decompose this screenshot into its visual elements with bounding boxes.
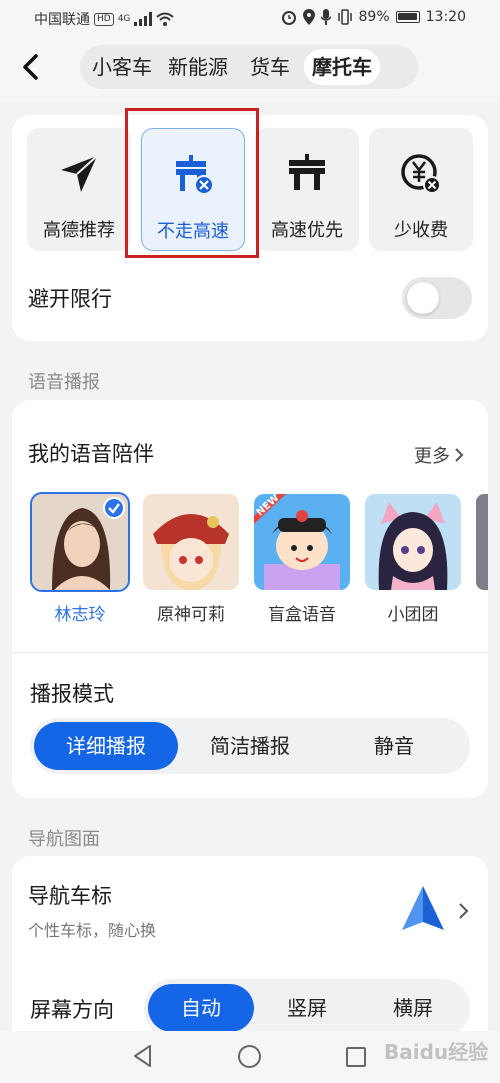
battery-percent: 89%: [358, 9, 390, 25]
car-icon-subtitle: 个性车标，随心换: [28, 921, 157, 940]
signal-icon: [134, 12, 153, 26]
route-option-label: 高速优先: [271, 220, 343, 241]
status-left: 中国联通 HD 4G: [34, 9, 175, 29]
voice-item-xiaotuantuan[interactable]: 小团团: [365, 494, 461, 625]
divider: [12, 652, 488, 653]
mic-icon: [320, 9, 331, 25]
network-type: 4G: [117, 14, 131, 24]
less-toll-icon: [401, 154, 441, 194]
vehicle-tab-group: 小客车 新能源 货车 摩托车: [80, 45, 418, 89]
avoid-restriction-label: 避开限行: [28, 287, 112, 311]
back-button[interactable]: [16, 52, 46, 82]
location-icon: [302, 9, 315, 25]
orientation-landscape[interactable]: 横屏: [360, 984, 466, 1032]
hd-badge: HD: [94, 12, 114, 26]
status-right: 89% 13:20: [281, 9, 466, 25]
battery-icon: [395, 11, 420, 23]
broadcast-mode-mute[interactable]: 静音: [322, 722, 466, 770]
voice-companion-title: 我的语音陪伴: [28, 442, 154, 466]
car-icon-row[interactable]: 导航车标 个性车标，随心换: [12, 870, 488, 954]
chevron-right-icon: [455, 448, 464, 462]
tab-truck[interactable]: 货车: [242, 49, 298, 85]
voice-name: 林志玲: [54, 605, 106, 625]
voice-name: 盲盒语音: [268, 605, 336, 625]
more-label: 更多: [414, 446, 450, 467]
route-option-label: 高德推荐: [43, 220, 115, 241]
voice-section-title: 语音播报: [28, 372, 100, 393]
avatar: [30, 492, 130, 592]
avatar: [143, 494, 239, 590]
voice-item-linzhiling[interactable]: 林志玲: [30, 492, 130, 625]
broadcast-mode-concise[interactable]: 简洁播报: [178, 722, 322, 770]
broadcast-mode-detailed[interactable]: 详细播报: [34, 722, 178, 770]
anime-girl-image: [143, 494, 239, 590]
highway-icon: [289, 154, 325, 190]
wifi-icon: [156, 12, 175, 26]
broadcast-mode-selector: 详细播报 简洁播报 静音: [30, 718, 470, 774]
voice-name: 原神可莉: [157, 605, 225, 625]
top-nav: 小客车 新能源 货车 摩托车: [0, 36, 500, 102]
nav-back-icon[interactable]: [132, 1044, 152, 1068]
send-arrow-icon: [61, 155, 98, 192]
route-option-highway-first[interactable]: 高速优先: [255, 128, 359, 251]
anime-girl-image: [365, 494, 461, 590]
carrier-label: 中国联通: [34, 12, 90, 28]
orientation-auto[interactable]: 自动: [148, 984, 254, 1032]
orientation-selector: 自动 竖屏 横屏: [144, 979, 470, 1037]
voice-item-klee[interactable]: 原神可莉: [143, 494, 239, 625]
toggle-knob: [407, 282, 439, 314]
clock: 13:20: [425, 9, 466, 25]
screen-orientation-title: 屏幕方向: [30, 998, 114, 1022]
status-bar: 中国联通 HD 4G 89% 13:20: [0, 0, 500, 36]
tab-car[interactable]: 小客车: [84, 49, 160, 85]
selection-highlight-box: [125, 108, 259, 258]
orientation-portrait[interactable]: 竖屏: [254, 984, 360, 1032]
voice-item-blindbox[interactable]: NEW 盲盒语音: [254, 494, 350, 625]
vibrate-icon: [337, 9, 352, 25]
selected-check-icon: [103, 497, 125, 519]
alarm-icon: [281, 11, 296, 25]
nav-recent-icon[interactable]: [346, 1047, 366, 1067]
nav-home-icon[interactable]: [238, 1045, 261, 1068]
car-icon-title: 导航车标: [28, 884, 112, 908]
navigation-arrow-icon: [402, 886, 444, 930]
broadcast-mode-title: 播报模式: [30, 682, 114, 706]
chevron-left-icon: [23, 54, 38, 80]
chevron-right-icon: [459, 903, 469, 919]
route-option-less-toll[interactable]: 少收费: [369, 128, 473, 251]
avatar: [365, 494, 461, 590]
route-option-recommended[interactable]: 高德推荐: [27, 128, 131, 251]
display-section-title: 导航图面: [28, 829, 100, 850]
tab-motorcycle[interactable]: 摩托车: [304, 49, 380, 85]
watermark: Baidu经验: [384, 1040, 489, 1064]
avoid-restriction-toggle[interactable]: [402, 277, 472, 319]
avatar: NEW: [254, 494, 350, 590]
voice-item-partial: [476, 494, 488, 590]
more-voices-link[interactable]: 更多: [414, 442, 464, 468]
voice-name: 小团团: [387, 605, 439, 625]
tab-new-energy[interactable]: 新能源: [160, 49, 236, 85]
route-option-label: 少收费: [394, 220, 448, 241]
